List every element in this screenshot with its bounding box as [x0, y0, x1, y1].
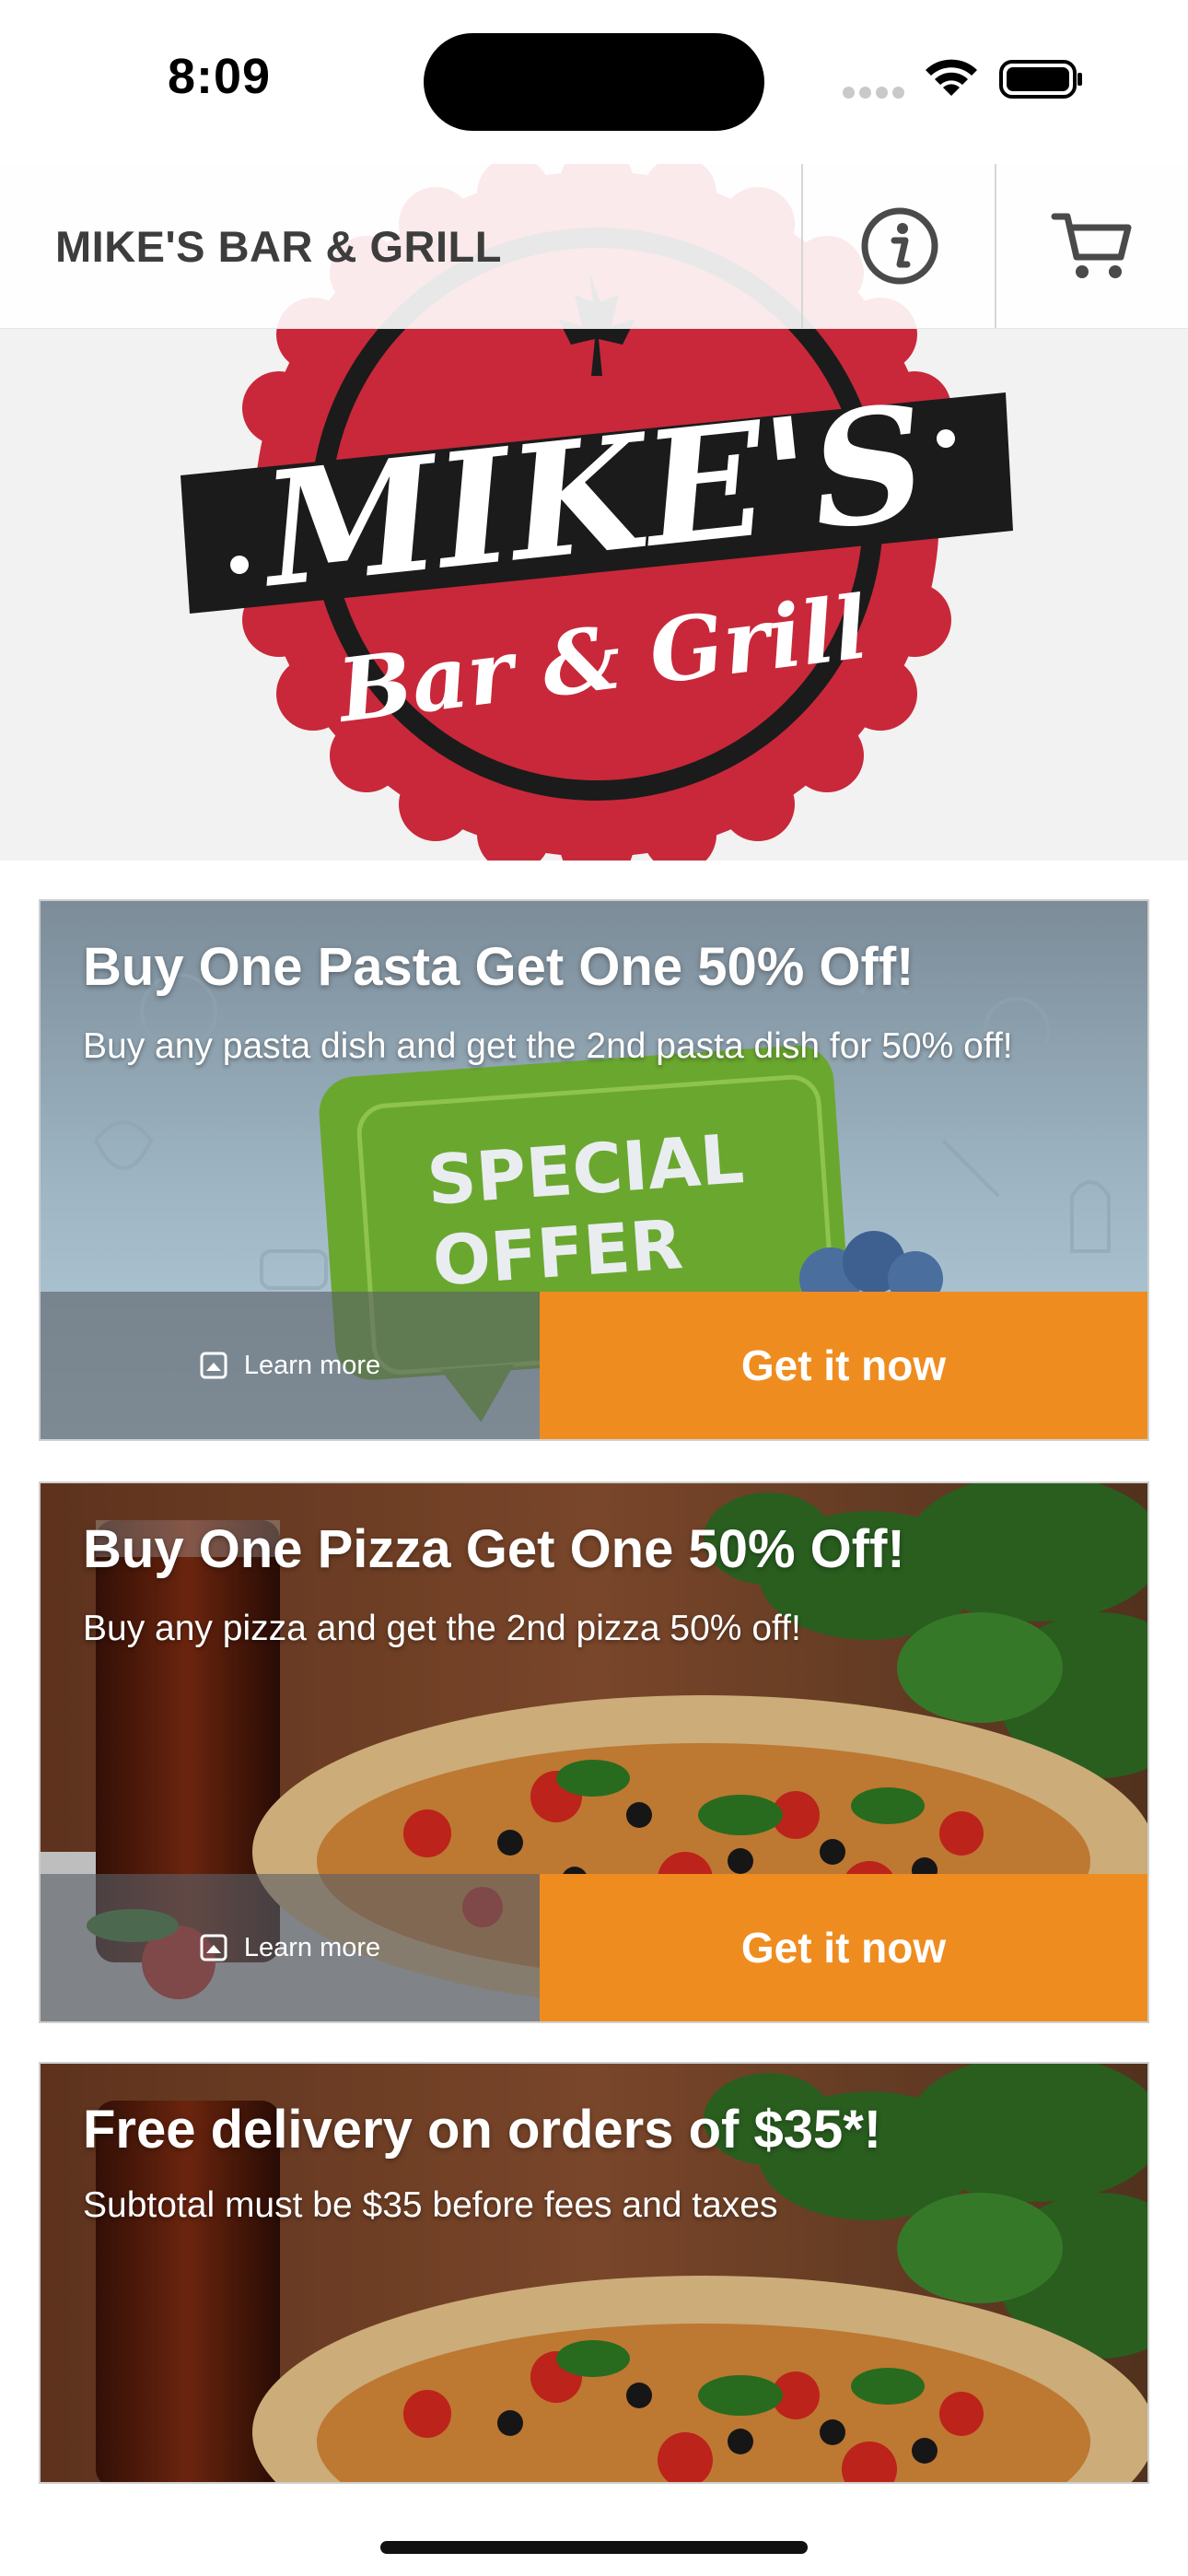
get-it-now-button[interactable]: Get it now [540, 1292, 1147, 1439]
app-header: MIKE'S BAR & GRILL [0, 164, 1188, 329]
restaurant-name: MIKE'S BAR & GRILL [55, 222, 502, 271]
learn-more-button[interactable]: Learn more [41, 1874, 540, 2021]
dynamic-island [424, 33, 764, 131]
offer-card-pasta[interactable]: SPECIAL OFFER Buy One Pasta Get One 50% … [41, 901, 1147, 1439]
get-it-now-label: Get it now [740, 1341, 947, 1389]
learn-more-button[interactable]: Learn more [41, 1292, 540, 1439]
offer-description: Subtotal must be $35 before fees and tax… [83, 2185, 778, 2225]
offer-card-pizza[interactable]: Buy One Pizza Get One 50% Off! Buy any p… [41, 1483, 1147, 2021]
home-indicator[interactable] [380, 2541, 808, 2554]
get-it-now-button[interactable]: Get it now [540, 1874, 1147, 2021]
learn-more-label: Learn more [243, 1932, 381, 1962]
image-icon [200, 1352, 227, 1379]
offer-description: Buy any pizza and get the 2nd pizza 50% … [83, 1609, 801, 1648]
info-circle-icon [861, 207, 938, 285]
offer-description: Buy any pasta dish and get the 2nd pasta… [83, 1026, 1013, 1066]
cart-button[interactable] [996, 164, 1188, 328]
battery-icon [999, 60, 1082, 99]
offer-title: Buy One Pasta Get One 50% Off! [83, 937, 914, 997]
info-button[interactable] [803, 164, 996, 328]
wifi-icon [926, 59, 977, 96]
offer-title: Buy One Pizza Get One 50% Off! [83, 1519, 905, 1579]
image-icon [200, 1934, 227, 1961]
learn-more-label: Learn more [243, 1350, 381, 1380]
cellular-signal-icon [843, 87, 909, 103]
offer-title: Free delivery on orders of $35*! [83, 2100, 882, 2160]
status-time: 8:09 [168, 49, 272, 104]
status-bar: 8:09 [0, 0, 1188, 164]
shopping-cart-icon [1051, 213, 1132, 278]
offer-card-free-delivery[interactable]: Free delivery on orders of $35*! Subtota… [41, 2064, 1147, 2482]
get-it-now-label: Get it now [740, 1924, 947, 1972]
